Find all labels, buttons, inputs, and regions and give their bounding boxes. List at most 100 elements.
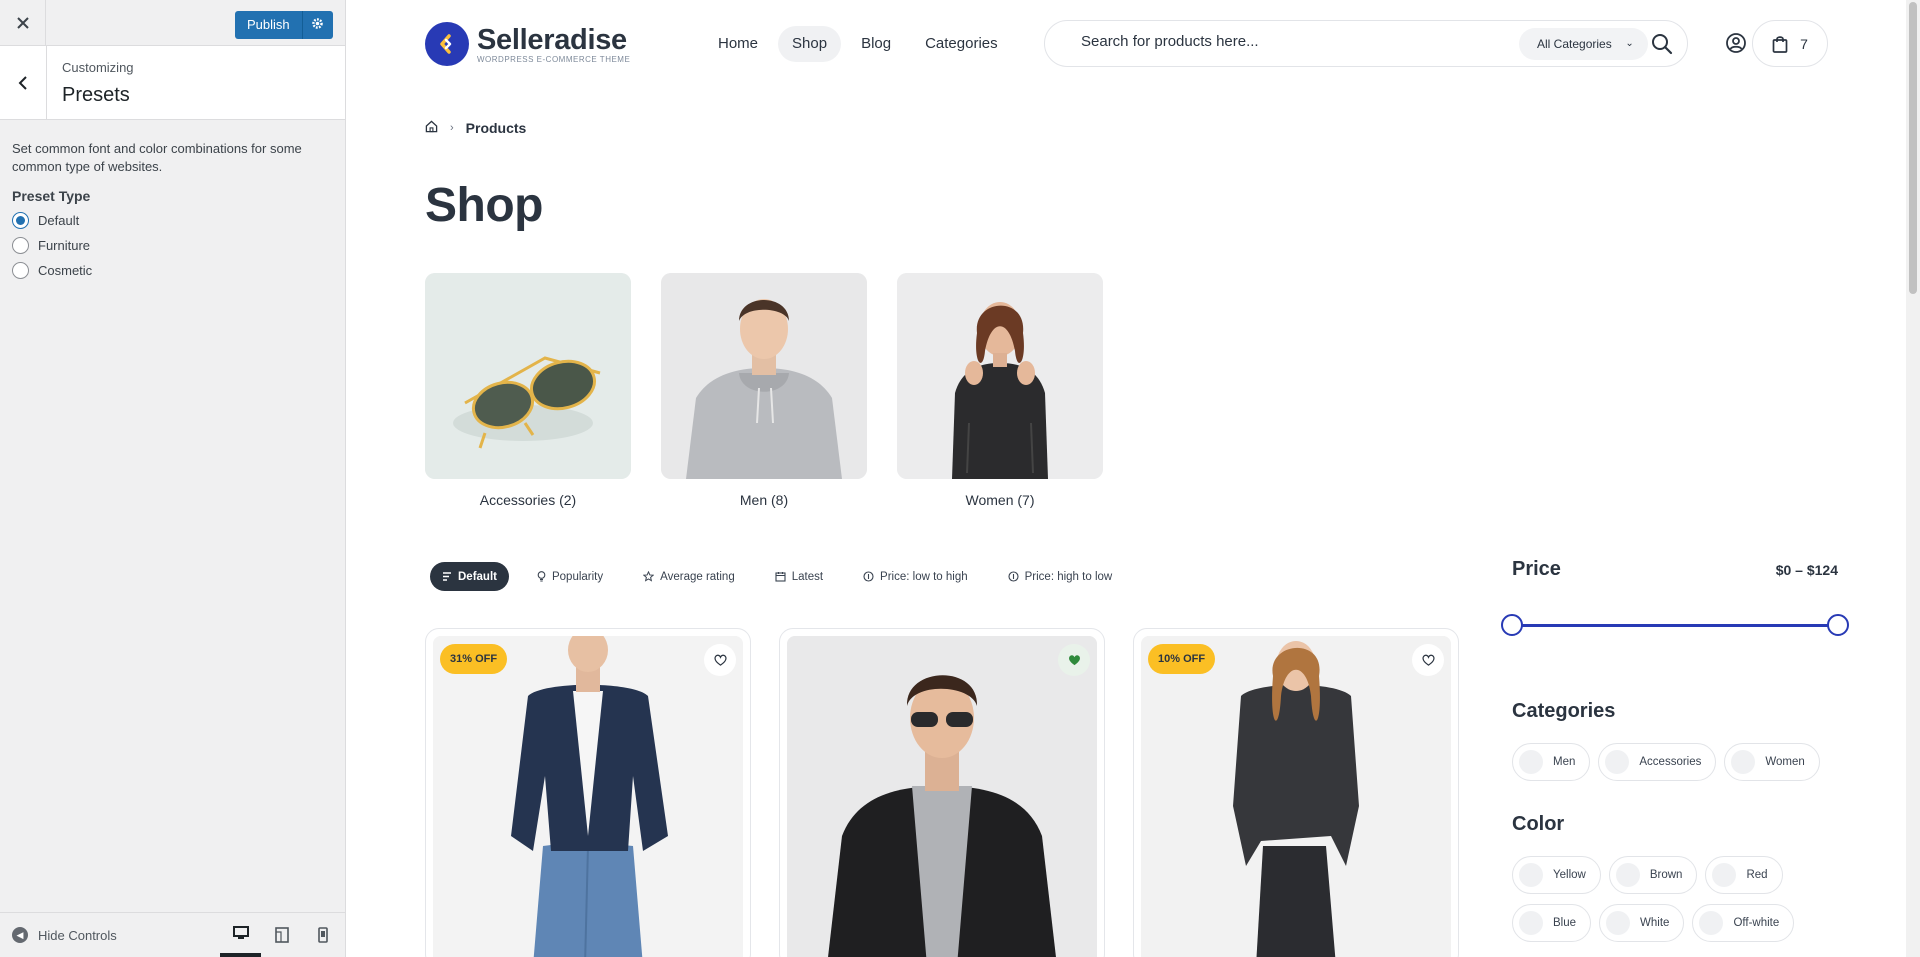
bulb-icon bbox=[537, 571, 546, 582]
filter-chip-off-white[interactable]: Off-white bbox=[1692, 904, 1795, 942]
collapse-icon: ◀ bbox=[12, 927, 28, 943]
heart-icon bbox=[713, 654, 727, 666]
sort-label: Price: low to high bbox=[880, 570, 968, 583]
nav-categories[interactable]: Categories bbox=[911, 26, 1012, 62]
brand-tagline: WORDPRESS E-COMMERCE THEME bbox=[477, 54, 631, 64]
site-logo[interactable]: Selleradise WORDPRESS E-COMMERCE THEME bbox=[425, 22, 630, 66]
publish-group: Publish bbox=[235, 11, 333, 39]
sort-latest[interactable]: Latest bbox=[763, 562, 835, 591]
price-slider-max-handle[interactable] bbox=[1827, 614, 1849, 636]
product-grid: 31% OFF 10% OFF bbox=[425, 628, 1487, 957]
category-name: Men (8) bbox=[739, 492, 789, 508]
star-icon bbox=[643, 571, 655, 582]
preset-type-label: Preset Type bbox=[12, 188, 91, 204]
home-icon[interactable] bbox=[425, 120, 438, 136]
heart-icon bbox=[1421, 654, 1435, 666]
price-slider[interactable] bbox=[1501, 614, 1849, 636]
brand-name: Selleradise bbox=[477, 23, 627, 56]
sort-price-high-low[interactable]: Price: high to low bbox=[996, 562, 1125, 591]
wishlist-button[interactable] bbox=[1412, 644, 1444, 676]
nav-home[interactable]: Home bbox=[704, 26, 772, 62]
filter-chip-yellow[interactable]: Yellow bbox=[1512, 856, 1601, 894]
search-category-select[interactable]: All Categories ⌄ bbox=[1519, 28, 1648, 60]
product-card[interactable]: 10% OFF bbox=[1133, 628, 1459, 957]
preset-radio-cosmetic[interactable]: Cosmetic bbox=[12, 258, 333, 283]
section-title: Presets bbox=[62, 84, 130, 106]
product-image bbox=[433, 636, 743, 957]
product-card[interactable]: 31% OFF bbox=[425, 628, 751, 957]
preview-scrollbar[interactable] bbox=[1906, 0, 1920, 957]
category-card-women[interactable]: Women (7) bbox=[897, 273, 1103, 508]
category-image bbox=[425, 273, 631, 479]
device-desktop-button[interactable] bbox=[220, 913, 261, 957]
wishlist-button[interactable] bbox=[1058, 644, 1090, 676]
chip-checkbox bbox=[1731, 750, 1756, 774]
close-customizer-button[interactable] bbox=[0, 0, 46, 45]
account-icon[interactable] bbox=[1725, 32, 1747, 59]
color-filter-title: Color bbox=[1512, 813, 1565, 835]
customizer-window: Publish Customizing Presets Set common f… bbox=[0, 0, 1920, 957]
heart-filled-icon bbox=[1068, 655, 1080, 666]
preset-radio-default[interactable]: Default bbox=[12, 208, 333, 233]
filter-chip-brown[interactable]: Brown bbox=[1608, 856, 1698, 894]
coin-icon bbox=[863, 571, 874, 582]
price-filter-header: Price $0 – $124 bbox=[1512, 558, 1838, 588]
chip-checkbox bbox=[1519, 750, 1543, 774]
customizer-sidebar: Publish Customizing Presets Set common f… bbox=[0, 0, 346, 957]
categories-filter-title: Categories bbox=[1512, 700, 1616, 722]
back-button[interactable] bbox=[0, 46, 47, 119]
radio-button[interactable] bbox=[12, 212, 29, 229]
hide-controls-button[interactable]: ◀ Hide Controls bbox=[12, 927, 117, 943]
category-card-accessories[interactable]: Accessories (2) bbox=[425, 273, 631, 508]
chip-label: Accessories bbox=[1639, 756, 1702, 768]
chip-label: Yellow bbox=[1553, 869, 1586, 881]
sort-average-rating[interactable]: Average rating bbox=[631, 562, 747, 591]
chip-swatch bbox=[1519, 911, 1543, 935]
sort-default[interactable]: Default bbox=[430, 562, 509, 591]
product-card[interactable] bbox=[779, 628, 1105, 957]
nav-blog[interactable]: Blog bbox=[847, 26, 905, 62]
device-mobile-button[interactable] bbox=[302, 913, 343, 957]
filter-chip-blue[interactable]: Blue bbox=[1512, 904, 1592, 942]
sort-popularity[interactable]: Popularity bbox=[525, 562, 615, 591]
filter-chip-women[interactable]: Women bbox=[1724, 743, 1820, 781]
chevron-down-icon: ⌄ bbox=[1625, 38, 1634, 49]
device-tablet-button[interactable] bbox=[261, 913, 302, 957]
category-name: Women (7) bbox=[965, 492, 1035, 508]
sort-label: Default bbox=[458, 570, 497, 583]
publish-settings-button[interactable] bbox=[302, 11, 333, 39]
scrollbar-thumb[interactable] bbox=[1909, 2, 1917, 294]
tablet-icon bbox=[274, 927, 289, 943]
chip-swatch bbox=[1712, 863, 1737, 887]
product-image bbox=[1141, 636, 1451, 957]
close-icon bbox=[16, 16, 29, 29]
search-icon[interactable] bbox=[1651, 33, 1673, 60]
page-title: Shop bbox=[425, 179, 543, 232]
price-slider-min-handle[interactable] bbox=[1501, 614, 1523, 636]
chip-label: Off-white bbox=[1733, 917, 1780, 929]
sort-options: Default Popularity Average rating Latest… bbox=[430, 562, 1140, 591]
publish-button[interactable]: Publish bbox=[235, 11, 303, 39]
customizer-breadcrumb: Customizing bbox=[62, 60, 134, 75]
radio-button[interactable] bbox=[12, 262, 29, 279]
section-body: Set common font and color combinations f… bbox=[0, 120, 345, 303]
search-input[interactable] bbox=[1081, 33, 1501, 50]
sort-price-low-high[interactable]: Price: low to high bbox=[851, 562, 980, 591]
radio-button[interactable] bbox=[12, 237, 29, 254]
radio-label: Furniture bbox=[38, 238, 91, 253]
category-card-men[interactable]: Men (8) bbox=[661, 273, 867, 508]
product-image bbox=[787, 636, 1097, 957]
preset-radio-furniture[interactable]: Furniture bbox=[12, 233, 333, 258]
filter-chip-red[interactable]: Red bbox=[1705, 856, 1783, 894]
cart-button[interactable]: 7 bbox=[1752, 20, 1828, 67]
category-image bbox=[661, 273, 867, 479]
chip-swatch bbox=[1699, 911, 1724, 935]
logo-mark-icon bbox=[425, 22, 469, 66]
price-slider-track bbox=[1512, 624, 1838, 627]
radio-label: Cosmetic bbox=[38, 263, 93, 278]
filter-chip-white[interactable]: White bbox=[1599, 904, 1685, 942]
filter-chip-accessories[interactable]: Accessories bbox=[1598, 743, 1717, 781]
filter-chip-men[interactable]: Men bbox=[1512, 743, 1591, 781]
nav-shop[interactable]: Shop bbox=[778, 26, 842, 62]
wishlist-button[interactable] bbox=[704, 644, 736, 676]
